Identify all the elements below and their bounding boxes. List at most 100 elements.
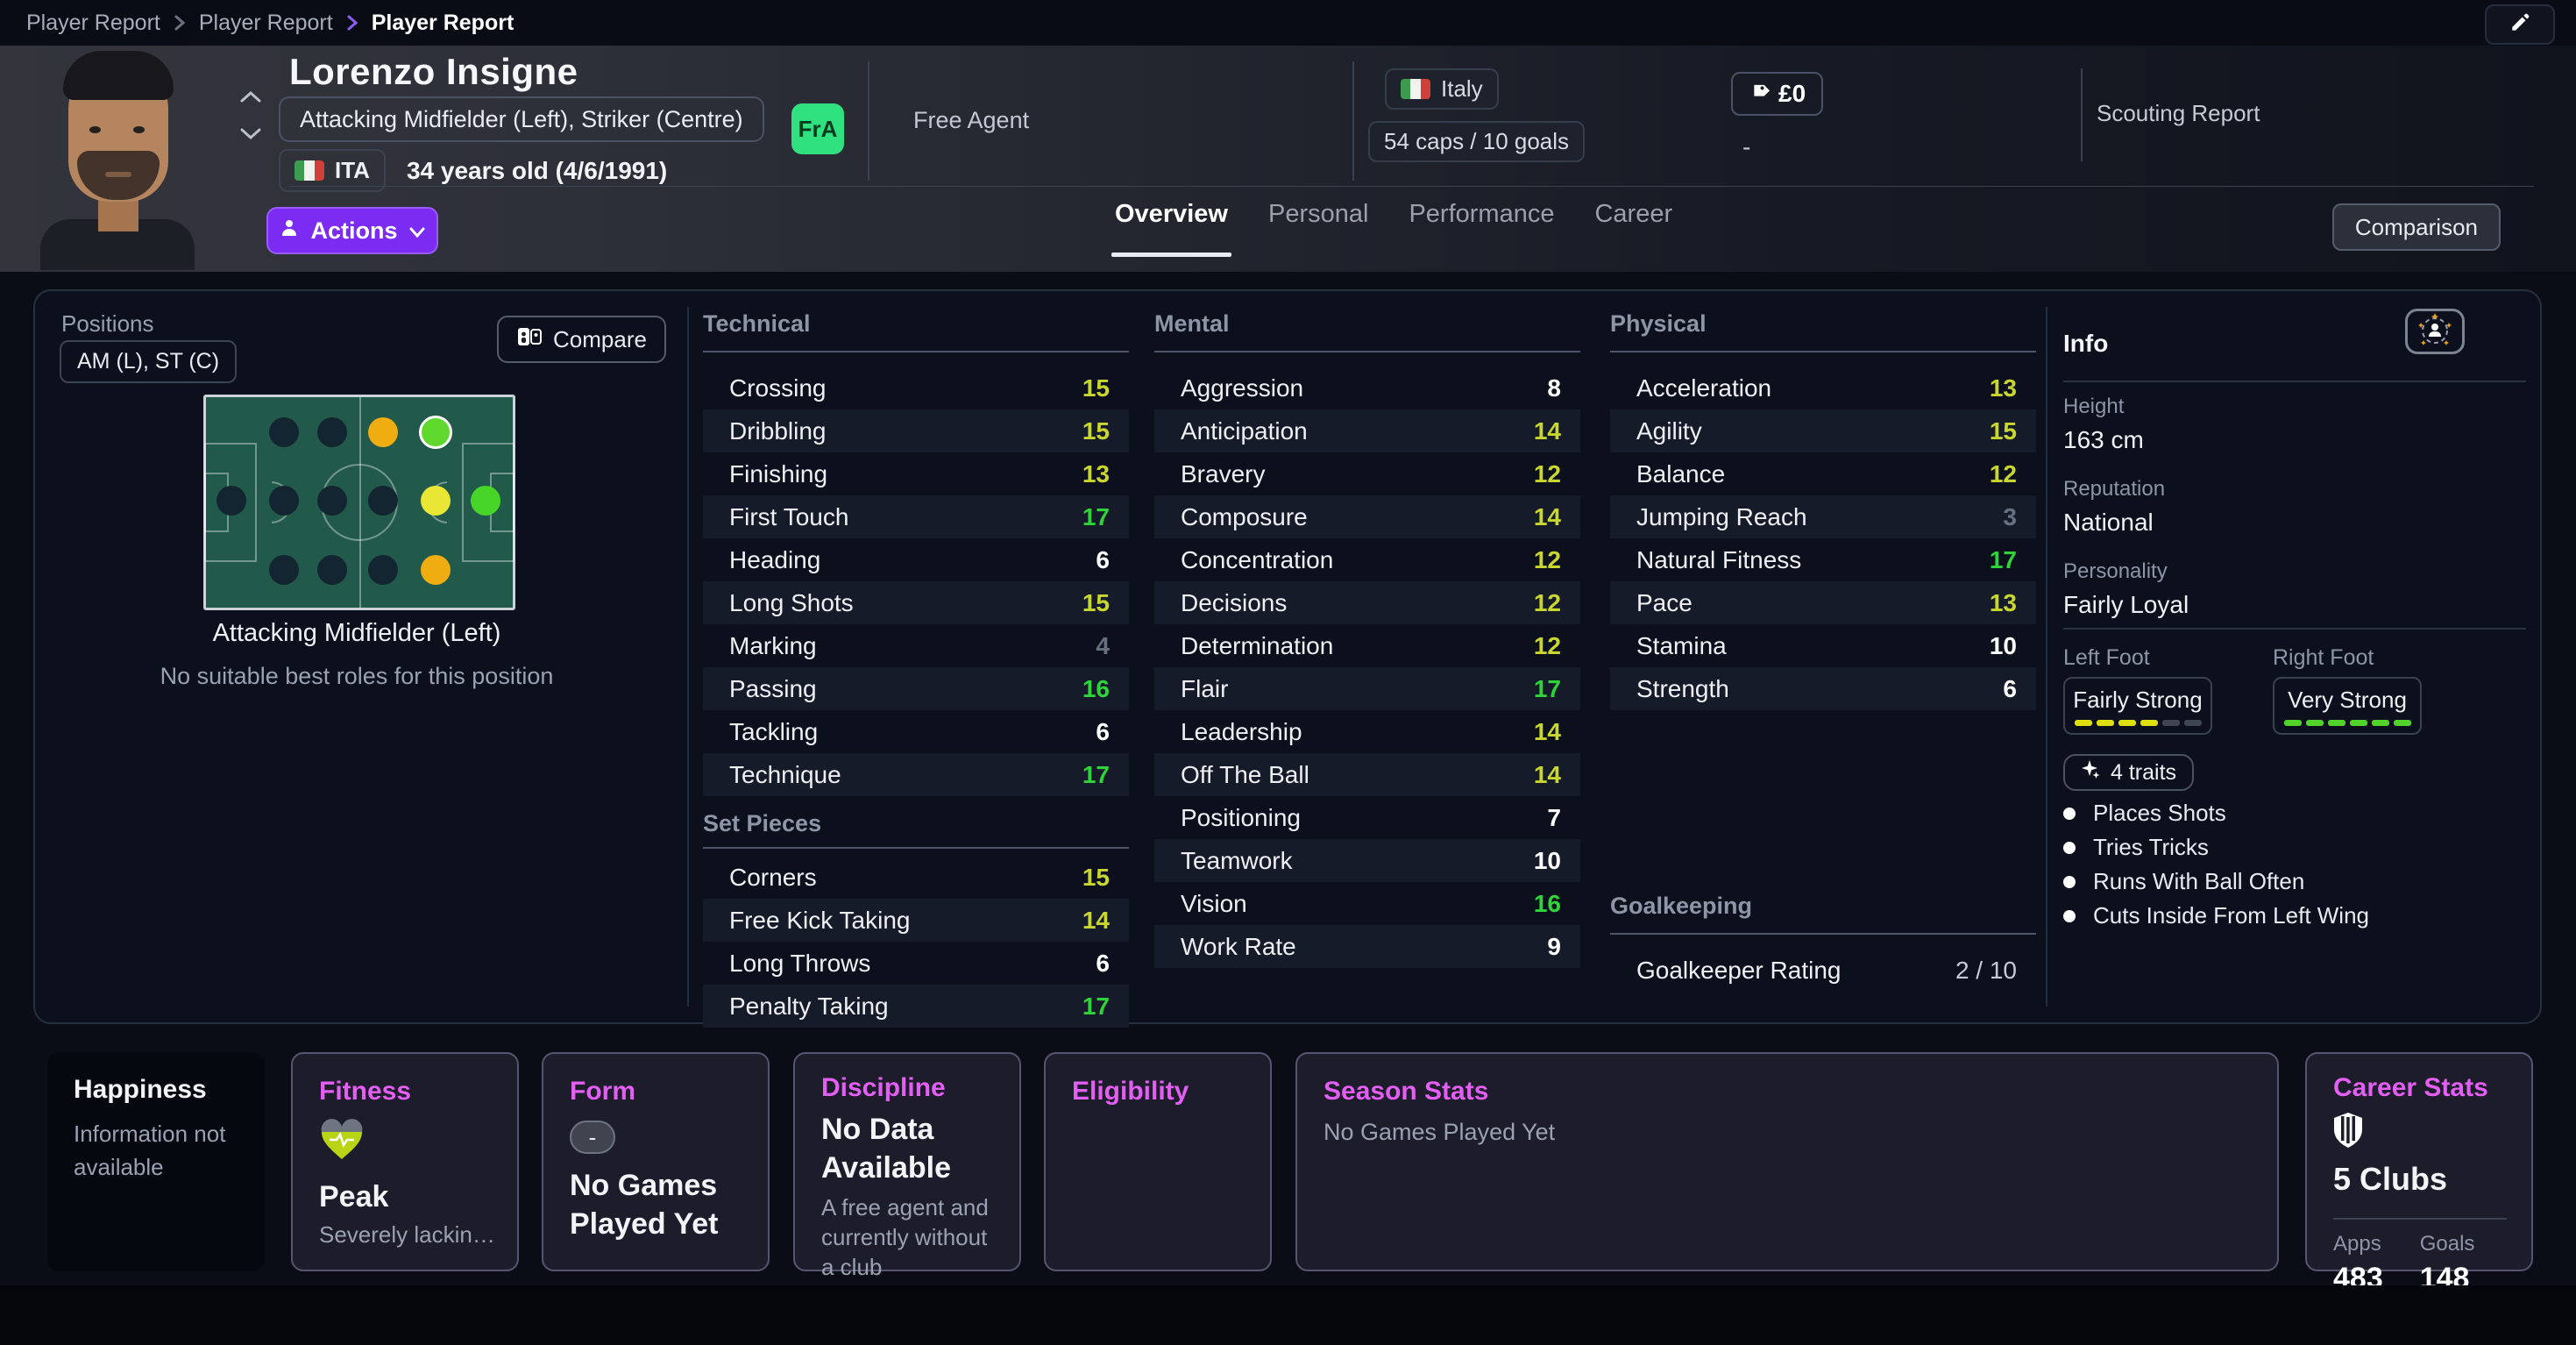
- fitness-note: Severely lacking in ...: [319, 1221, 499, 1249]
- scout-report-button[interactable]: [2405, 309, 2465, 354]
- attribute-row[interactable]: Technique17: [703, 753, 1129, 796]
- attribute-name: Determination: [1181, 632, 1333, 660]
- comparison-button[interactable]: Comparison: [2332, 203, 2501, 251]
- breadcrumb-item[interactable]: Player Report: [199, 11, 333, 36]
- attribute-name: Strength: [1636, 675, 1729, 703]
- attribute-row[interactable]: Natural Fitness17: [1610, 538, 2036, 581]
- attribute-row[interactable]: First Touch17: [703, 495, 1129, 538]
- attribute-row[interactable]: Penalty Taking17: [703, 985, 1129, 1028]
- position-dot-selected[interactable]: [419, 416, 452, 449]
- chevron-up-icon[interactable]: [238, 89, 263, 108]
- pencil-icon: [2509, 11, 2531, 39]
- strength-segment: [2372, 720, 2389, 726]
- position-dot-competent[interactable]: [368, 417, 398, 447]
- compare-button[interactable]: Compare: [497, 316, 666, 363]
- attribute-row[interactable]: Tackling6: [703, 710, 1129, 753]
- attribute-row[interactable]: Aggression8: [1154, 366, 1580, 409]
- attribute-row[interactable]: Agility15: [1610, 409, 2036, 452]
- player-name: Lorenzo Insigne: [289, 51, 578, 93]
- attribute-value: 12: [1534, 589, 1561, 617]
- position-dot-none[interactable]: [317, 486, 347, 516]
- actions-label: Actions: [310, 217, 397, 245]
- attribute-row[interactable]: Long Throws6: [703, 942, 1129, 985]
- attribute-row[interactable]: Dribbling15: [703, 409, 1129, 452]
- position-dot-none[interactable]: [368, 555, 398, 585]
- divider: [868, 61, 869, 181]
- attribute-row[interactable]: Corners15: [703, 856, 1129, 899]
- attribute-row[interactable]: Acceleration13: [1610, 366, 2036, 409]
- attribute-name: Off The Ball: [1181, 761, 1309, 789]
- attribute-row[interactable]: Decisions12: [1154, 581, 1580, 624]
- attribute-row[interactable]: Leadership14: [1154, 710, 1580, 753]
- position-dot-none[interactable]: [317, 417, 347, 447]
- fitness-heart-icon: [319, 1119, 491, 1165]
- attribute-name: Leadership: [1181, 718, 1302, 746]
- attribute-row[interactable]: Passing16: [703, 667, 1129, 710]
- attribute-row[interactable]: Teamwork10: [1154, 839, 1580, 882]
- caps-pill: 54 caps / 10 goals: [1368, 121, 1585, 162]
- attribute-row[interactable]: Off The Ball14: [1154, 753, 1580, 796]
- attribute-row[interactable]: Crossing15: [703, 366, 1129, 409]
- chevron-down-icon[interactable]: [238, 127, 263, 146]
- tab-overview[interactable]: Overview: [1115, 200, 1228, 245]
- attribute-name: Finishing: [729, 460, 827, 488]
- attribute-row[interactable]: Bravery12: [1154, 452, 1580, 495]
- divider: [2333, 1218, 2507, 1220]
- attribute-row[interactable]: Balance12: [1610, 452, 2036, 495]
- attribute-name: Stamina: [1636, 632, 1727, 660]
- attribute-value: 15: [1082, 374, 1110, 402]
- attribute-row[interactable]: Heading6: [703, 538, 1129, 581]
- eligibility-card: Eligibility: [1044, 1052, 1272, 1271]
- attribute-row[interactable]: Free Kick Taking14: [703, 899, 1129, 942]
- card-title: Season Stats: [1323, 1077, 2251, 1107]
- attribute-row[interactable]: Concentration12: [1154, 538, 1580, 581]
- attribute-row[interactable]: Positioning7: [1154, 796, 1580, 839]
- transfer-value-pill: £0: [1731, 72, 1823, 116]
- nationality-code: ITA: [335, 157, 370, 184]
- position-dot-none[interactable]: [269, 486, 299, 516]
- attribute-row[interactable]: Determination12: [1154, 624, 1580, 667]
- position-dot-natural[interactable]: [471, 486, 500, 516]
- attribute-row[interactable]: Pace13: [1610, 581, 2036, 624]
- position-dot-none[interactable]: [269, 417, 299, 447]
- tab-career[interactable]: Career: [1594, 200, 1672, 245]
- attribute-row[interactable]: Composure14: [1154, 495, 1580, 538]
- attribute-row[interactable]: Jumping Reach3: [1610, 495, 2036, 538]
- edit-button[interactable]: [2485, 4, 2555, 45]
- breadcrumb-item[interactable]: Player Report: [26, 11, 160, 36]
- position-dot-accomplished[interactable]: [421, 486, 451, 516]
- attribute-row[interactable]: Finishing13: [703, 452, 1129, 495]
- attribute-row[interactable]: Strength6: [1610, 667, 2036, 710]
- attribute-row[interactable]: Work Rate9: [1154, 925, 1580, 968]
- chevron-right-icon: [345, 12, 359, 33]
- attribute-name: Acceleration: [1636, 374, 1771, 402]
- attribute-row[interactable]: Long Shots15: [703, 581, 1129, 624]
- compare-label: Compare: [553, 326, 647, 353]
- breadcrumb: Player Report Player Report Player Repor…: [0, 0, 2576, 46]
- reputation-value: National: [2063, 509, 2189, 537]
- attribute-row[interactable]: Flair17: [1154, 667, 1580, 710]
- positions-short-pill[interactable]: AM (L), ST (C): [60, 340, 237, 383]
- actions-button[interactable]: Actions: [266, 207, 438, 254]
- traits-button[interactable]: 4 traits: [2063, 754, 2194, 791]
- tab-personal[interactable]: Personal: [1268, 200, 1368, 245]
- attribute-row[interactable]: Anticipation14: [1154, 409, 1580, 452]
- attribute-row[interactable]: Marking4: [703, 624, 1129, 667]
- position-dot-none[interactable]: [269, 555, 299, 585]
- nation-name: Italy: [1441, 75, 1483, 103]
- tab-performance[interactable]: Performance: [1409, 200, 1554, 245]
- position-dot-none[interactable]: [216, 486, 246, 516]
- player-nav-arrows: [238, 89, 263, 146]
- attribute-row[interactable]: Stamina10: [1610, 624, 2036, 667]
- attribute-name: Concentration: [1181, 546, 1333, 574]
- contract-status: Free Agent: [913, 107, 1029, 134]
- player-positions-pill: Attacking Midfielder (Left), Striker (Ce…: [279, 96, 764, 142]
- career-stats-card: Career Stats 5 Clubs Apps 483 Goals 1: [2305, 1052, 2533, 1271]
- italy-flag-icon: [1401, 79, 1430, 99]
- attribute-name: Corners: [729, 864, 817, 892]
- position-dot-competent[interactable]: [421, 555, 451, 585]
- position-dot-none[interactable]: [368, 486, 398, 516]
- position-dot-none[interactable]: [317, 555, 347, 585]
- attribute-row[interactable]: Vision16: [1154, 882, 1580, 925]
- strength-segment: [2394, 720, 2411, 726]
